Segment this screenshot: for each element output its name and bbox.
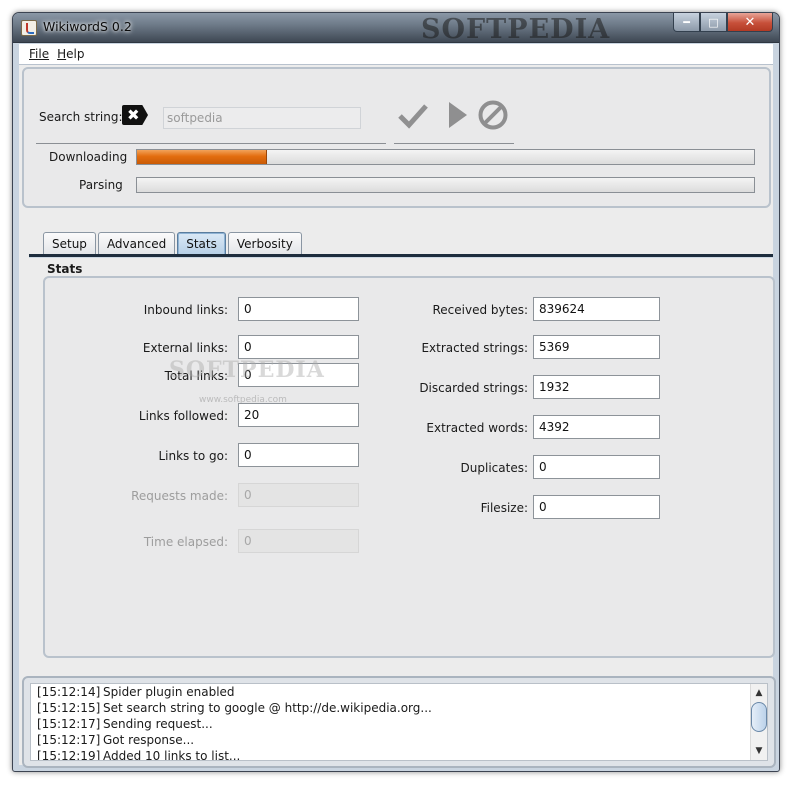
links-followed-field[interactable]: 20	[238, 403, 359, 427]
log-timestamp: [15:12:17]	[37, 733, 101, 747]
extracted-words-field[interactable]: 4392	[533, 415, 660, 439]
time-elapsed-label: Time elapsed:	[143, 535, 228, 549]
filesize-field[interactable]: 0	[533, 495, 660, 519]
log-line: [15:12:17] Got response...	[37, 733, 194, 749]
scroll-up-icon[interactable]: ▲	[752, 686, 766, 700]
close-button[interactable]: ✕	[727, 13, 773, 32]
external-links-label: External links:	[142, 341, 228, 355]
log-scrollbar[interactable]: ▲ ▼	[750, 684, 767, 760]
log-message: Added 10 links to list...	[103, 749, 241, 761]
scrollbar-thumb[interactable]	[751, 702, 767, 732]
tab-advanced[interactable]: Advanced	[97, 232, 176, 255]
clear-icon: ✖	[127, 106, 140, 124]
window-controls: ━ □ ✕	[673, 13, 773, 32]
discarded-strings-label: Discarded strings:	[419, 381, 528, 395]
title-bar[interactable]: WikiwordS 0.2 SOFTPEDIA ━ □ ✕	[13, 13, 779, 45]
discarded-strings-field[interactable]: 1932	[533, 375, 660, 399]
stop-icon[interactable]	[477, 99, 509, 131]
log-timestamp: [15:12:14]	[37, 685, 101, 699]
log-line: [15:12:19] Added 10 links to list...	[37, 749, 241, 761]
java-app-icon[interactable]	[21, 20, 37, 36]
tab-verbosity[interactable]: Verbosity	[227, 232, 302, 255]
time-elapsed-field: 0	[238, 529, 359, 553]
maximize-icon: □	[708, 15, 719, 29]
clear-search-button[interactable]: ✖	[122, 105, 148, 125]
log-message: Set search string to google @ http://de.…	[103, 701, 432, 715]
tab-strip: Setup Advanced Stats Verbosity	[43, 232, 304, 255]
softpedia-overlay-watermark: SOFTPEDIA	[169, 357, 325, 383]
extracted-strings-label: Extracted strings:	[421, 341, 528, 355]
log-timestamp: [15:12:19]	[37, 749, 101, 761]
scroll-down-icon[interactable]: ▼	[752, 744, 766, 758]
tab-stats[interactable]: Stats	[177, 232, 226, 255]
maximize-button[interactable]: □	[700, 13, 727, 32]
search-underline	[36, 143, 386, 144]
log-message: Sending request...	[103, 717, 213, 731]
log-message: Spider plugin enabled	[103, 685, 235, 699]
log-timestamp: [15:12:17]	[37, 717, 101, 731]
softpedia-overlay-url: www.softpedia.com	[199, 395, 287, 405]
log-line: [15:12:15] Set search string to google @ …	[37, 701, 432, 717]
menu-help[interactable]: Help	[57, 47, 84, 61]
play-icon[interactable]	[440, 99, 472, 131]
parsing-progress-bar	[136, 177, 755, 193]
log-timestamp: [15:12:15]	[37, 701, 101, 715]
duplicates-label: Duplicates:	[460, 461, 528, 475]
requests-made-label: Requests made:	[131, 489, 228, 503]
minimize-button[interactable]: ━	[673, 13, 700, 32]
tab-divider-highlight	[29, 257, 773, 258]
links-to-go-label: Links to go:	[158, 449, 228, 463]
stats-title: Stats	[47, 262, 83, 276]
links-followed-label: Links followed:	[138, 409, 228, 423]
log-message: Got response...	[103, 733, 195, 747]
downloading-progress-bar	[136, 149, 755, 165]
log-text-area[interactable]: [15:12:14] Spider plugin enabled [15:12:1…	[30, 683, 768, 761]
tab-setup[interactable]: Setup	[43, 232, 96, 255]
requests-made-field: 0	[238, 483, 359, 507]
checkmark-icon[interactable]	[397, 99, 429, 131]
duplicates-field[interactable]: 0	[533, 455, 660, 479]
links-to-go-field[interactable]: 0	[238, 443, 359, 467]
inbound-links-field[interactable]: 0	[238, 297, 359, 321]
received-bytes-field[interactable]: 839624	[533, 297, 660, 321]
extracted-words-label: Extracted words:	[426, 421, 528, 435]
stats-panel: Inbound links: 0 External links: 0 Total…	[43, 276, 775, 658]
menu-file[interactable]: File	[29, 47, 49, 61]
external-links-field[interactable]: 0	[238, 335, 359, 359]
softpedia-watermark: SOFTPEDIA	[421, 14, 611, 45]
minimize-icon: ━	[683, 15, 690, 29]
log-line: [15:12:14] Spider plugin enabled	[37, 685, 235, 701]
search-label: Search string:	[39, 110, 123, 124]
received-bytes-label: Received bytes:	[432, 303, 528, 317]
log-panel: [15:12:14] Spider plugin enabled [15:12:1…	[22, 676, 776, 768]
client-area: Search string: ✖ Downloading Parsing	[19, 65, 776, 768]
close-icon: ✕	[744, 14, 756, 30]
downloading-label: Downloading	[49, 150, 128, 164]
search-panel: Search string: ✖ Downloading Parsing	[22, 67, 771, 208]
log-line: [15:12:17] Sending request...	[37, 717, 213, 733]
filesize-label: Filesize:	[480, 501, 528, 515]
search-input[interactable]	[163, 107, 361, 129]
downloading-progress-fill	[137, 150, 267, 164]
actions-underline	[394, 143, 514, 144]
inbound-links-label: Inbound links:	[143, 303, 228, 317]
menu-bar: File Help	[19, 44, 773, 65]
parsing-label: Parsing	[79, 178, 123, 192]
extracted-strings-field[interactable]: 5369	[533, 335, 660, 359]
app-window: WikiwordS 0.2 SOFTPEDIA ━ □ ✕ File Help …	[12, 12, 780, 772]
window-title: WikiwordS 0.2	[43, 19, 132, 34]
